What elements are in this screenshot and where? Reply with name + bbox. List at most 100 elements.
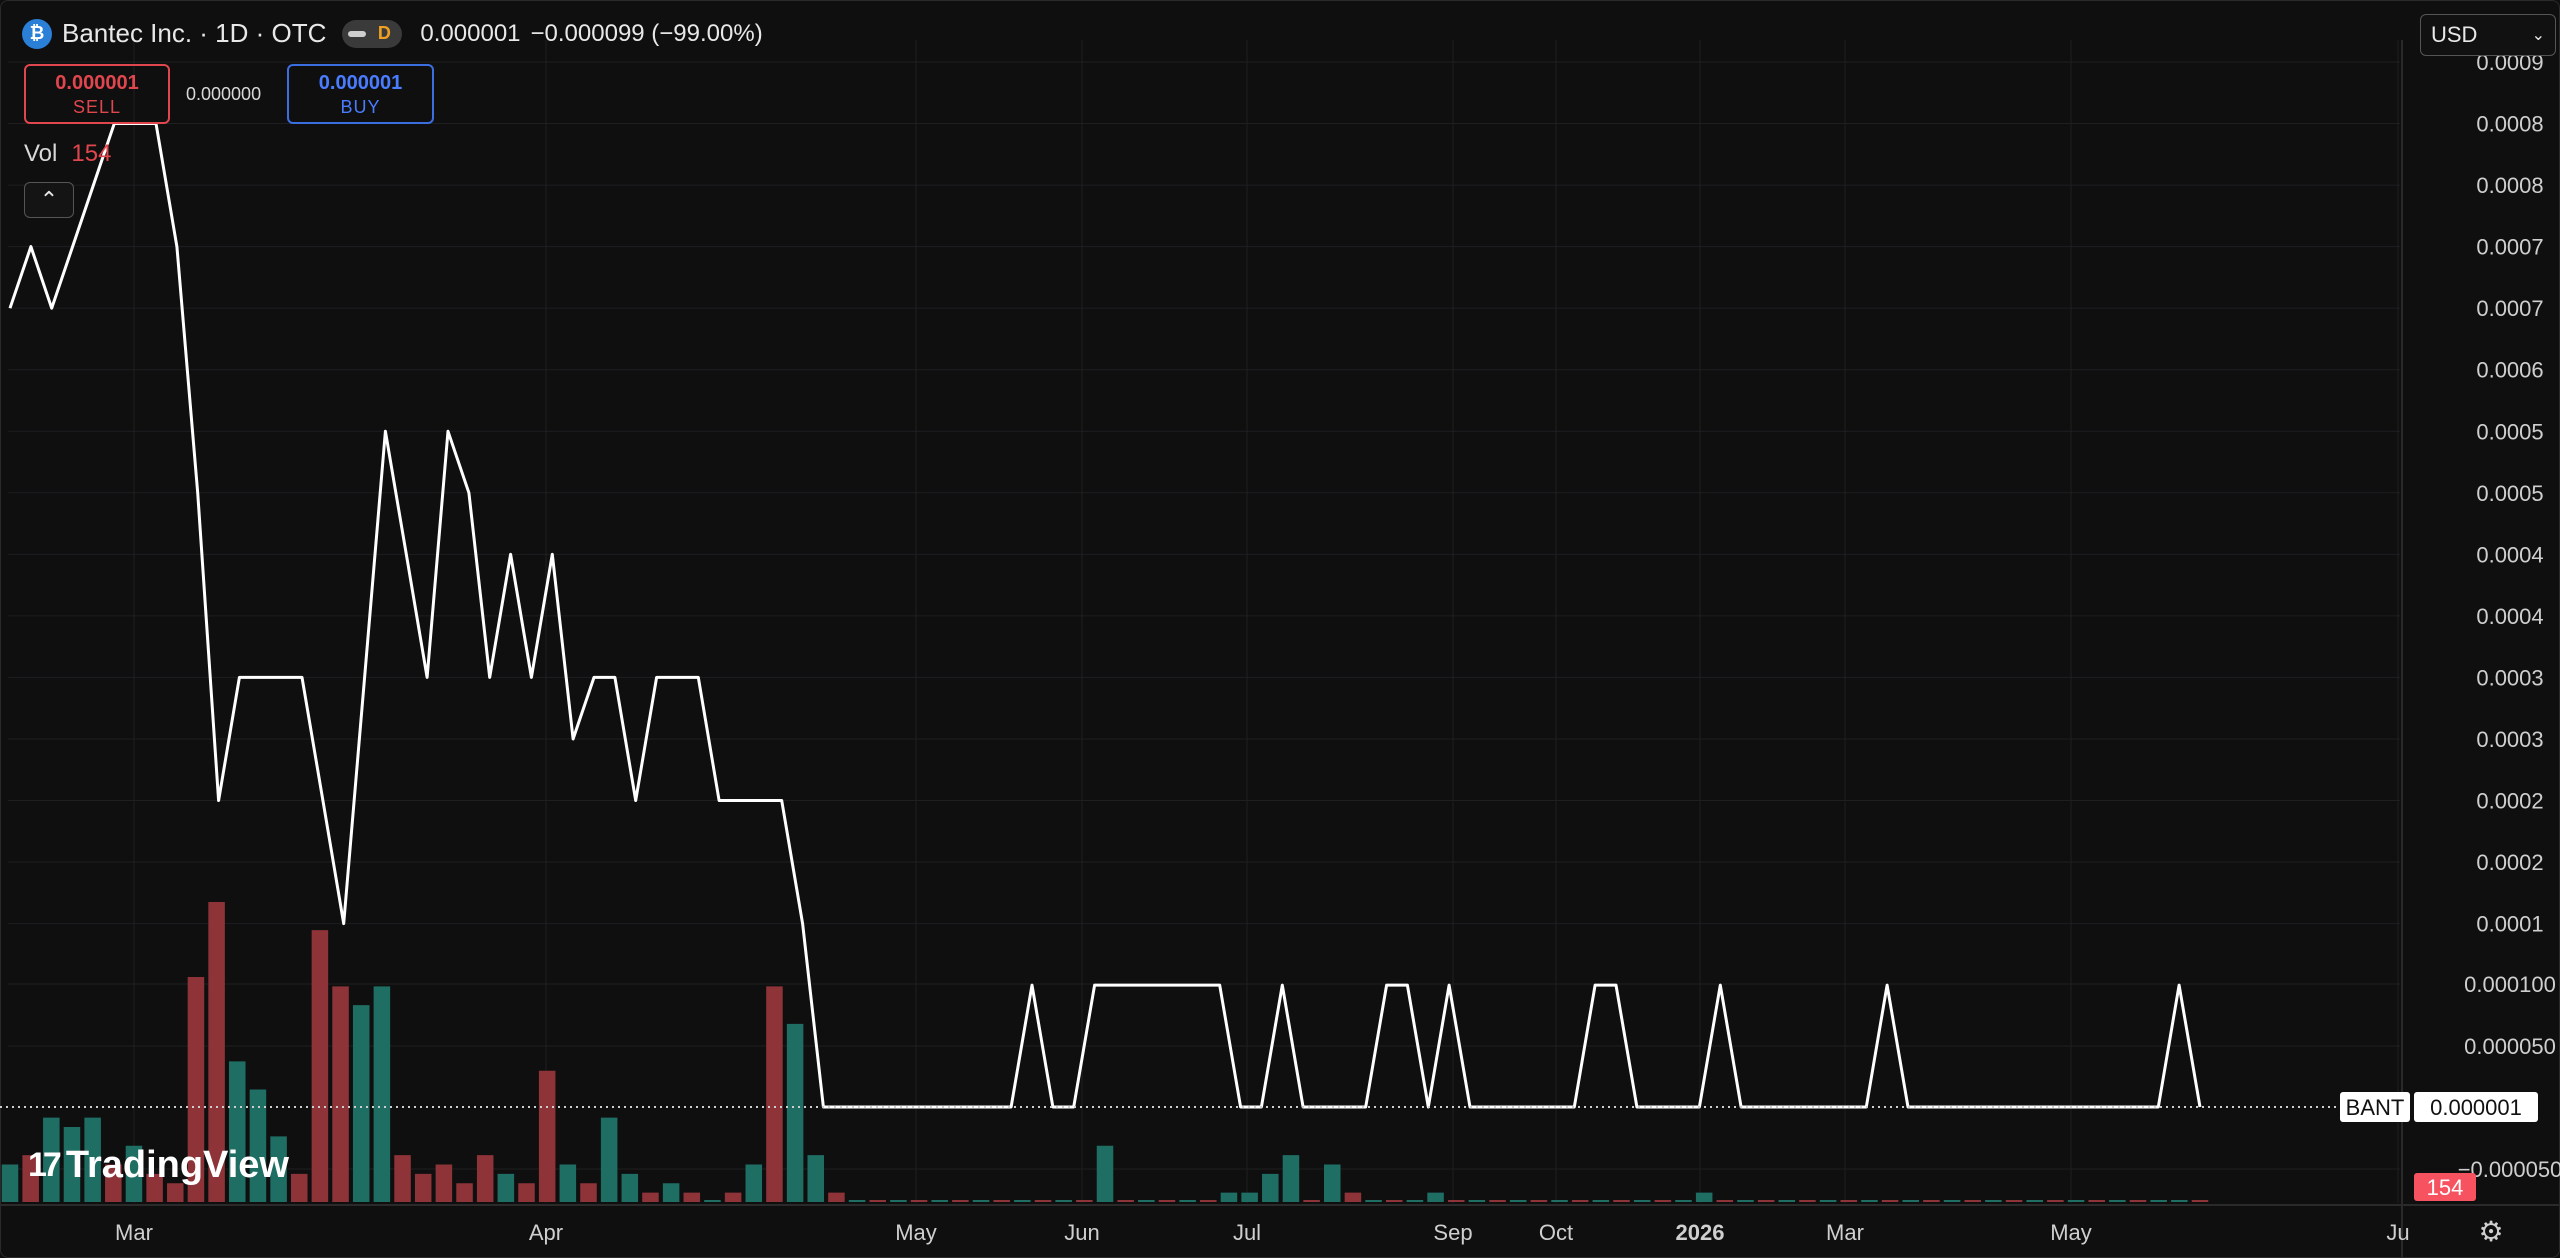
delayed-badge: D xyxy=(372,21,397,46)
volume-bar xyxy=(1447,1200,1465,1202)
last-price: 0.000001 xyxy=(420,19,521,47)
buy-label: BUY xyxy=(340,97,381,117)
volume-bar xyxy=(1324,1164,1341,1202)
y-tick-label: 0.0007 xyxy=(2476,235,2543,260)
sell-label: SELL xyxy=(72,97,122,117)
volume-bar xyxy=(1303,1200,1320,1202)
price-line xyxy=(8,122,2202,1109)
symbol-tag-label: BANT xyxy=(2346,1095,2405,1120)
volume-bar xyxy=(2191,1200,2209,1202)
volume-bar xyxy=(807,1155,825,1202)
volume-bar xyxy=(1158,1200,1176,1202)
volume-bar xyxy=(1757,1200,1775,1202)
y-tick-label: 0.0007 xyxy=(2476,296,2543,321)
volume-bar xyxy=(311,930,329,1202)
x-tick-label: Mar xyxy=(115,1220,153,1245)
volume-bar xyxy=(621,1173,639,1202)
volume-bar xyxy=(1344,1192,1362,1202)
volume-bar xyxy=(1799,1200,1816,1202)
price-tag-value: 0.000001 xyxy=(2430,1095,2522,1120)
chevron-down-icon: ⌄ xyxy=(2531,27,2545,44)
price-line-group xyxy=(0,122,2340,1109)
symbol-title[interactable]: Bantec Inc. · 1D · OTC xyxy=(62,18,326,49)
x-tick-label: May xyxy=(895,1220,937,1245)
volume-bar xyxy=(1096,1145,1114,1202)
volume-label: Vol xyxy=(24,140,58,167)
volume-bar xyxy=(910,1200,928,1202)
tradingview-logo-icon: 17 xyxy=(28,1146,62,1184)
volume-bar xyxy=(1365,1200,1382,1202)
volume-legend[interactable]: Vol 154 xyxy=(24,140,111,168)
y-tick-label: 0.0008 xyxy=(2476,173,2543,198)
volume-bar xyxy=(1571,1200,1589,1202)
volume-bar xyxy=(1613,1200,1630,1202)
volume-bar xyxy=(1778,1200,1796,1202)
y-tick-label: 0.000100 xyxy=(2464,972,2556,997)
y-tick-label: 0.0002 xyxy=(2476,850,2543,875)
volume-bar xyxy=(1592,1200,1610,1202)
currency-select[interactable]: USD ⌄ xyxy=(2420,14,2556,56)
price-chart[interactable]: 0.00090.00080.00080.00070.00070.00060.00… xyxy=(0,0,2560,1258)
axis-tags: BANT 0.000001 154 xyxy=(2340,1092,2538,1201)
volume-bar xyxy=(1427,1192,1444,1202)
volume-bar xyxy=(1179,1200,1196,1202)
volume-bar xyxy=(373,986,391,1202)
volume-bar xyxy=(2067,1200,2085,1202)
tradingview-logo[interactable]: 17 TradingView xyxy=(28,1144,289,1187)
x-tick-label: 2026 xyxy=(1676,1220,1725,1245)
symbol-legend[interactable]: ₿ Bantec Inc. · 1D · OTC D 0.000001 −0.0… xyxy=(22,18,763,49)
volume-bar xyxy=(1695,1192,1713,1202)
volume-bar xyxy=(745,1164,763,1202)
sell-price: 0.000001 xyxy=(55,72,139,94)
minus-icon xyxy=(348,30,367,37)
volume-bar xyxy=(1468,1200,1486,1202)
volume-bar xyxy=(1881,1200,1899,1202)
y-tick-label: 0.0003 xyxy=(2476,665,2543,690)
y-tick-label: 0.0003 xyxy=(2476,727,2543,752)
volume-bar xyxy=(2026,1200,2043,1202)
volume-bar xyxy=(972,1200,990,1202)
y-tick-label: 0.0005 xyxy=(2476,481,2543,506)
settings-icon[interactable]: ⚙ xyxy=(2474,1214,2508,1248)
volume-bar xyxy=(1117,1200,1134,1202)
volume-bar xyxy=(1034,1200,1052,1202)
sell-button[interactable]: 0.000001 SELL xyxy=(24,64,170,124)
volume-bar xyxy=(642,1192,659,1202)
volume-bar xyxy=(1076,1200,1093,1202)
y-tick-label: 0.0004 xyxy=(2476,604,2543,629)
market-status-pill[interactable]: D xyxy=(342,19,403,48)
y-axis: 0.00090.00080.00080.00070.00070.00060.00… xyxy=(2458,50,2560,1182)
volume-bar xyxy=(662,1183,680,1202)
volume-bar xyxy=(724,1192,742,1202)
volume-bar xyxy=(1943,1200,1961,1202)
volume-bar xyxy=(352,1005,370,1202)
volume-bar xyxy=(600,1117,618,1202)
volume-bar xyxy=(2047,1200,2064,1202)
x-tick-label: Ju xyxy=(2386,1220,2409,1245)
y-tick-label: 0.0008 xyxy=(2476,112,2543,137)
volume-tag-value: 154 xyxy=(2427,1175,2464,1200)
y-tick-label: 0.0005 xyxy=(2476,419,2543,444)
volume-bar xyxy=(2171,1200,2188,1202)
volume-bar xyxy=(1675,1200,1692,1202)
volume-value: 154 xyxy=(71,140,112,167)
tradingview-name: TradingView xyxy=(65,1144,289,1186)
buy-button[interactable]: 0.000001 BUY xyxy=(287,64,434,124)
y-tick-label: 0.000050 xyxy=(2464,1034,2556,1059)
volume-bar xyxy=(993,1200,1010,1202)
volume-bar xyxy=(1055,1200,1072,1202)
volume-bar xyxy=(435,1164,453,1202)
volume-bar xyxy=(456,1183,473,1202)
volume-bar xyxy=(1716,1200,1734,1202)
x-tick-label: Apr xyxy=(529,1220,563,1245)
collapse-legend-button[interactable]: ⌃ xyxy=(24,182,74,218)
volume-bar xyxy=(1489,1200,1506,1202)
volume-bar xyxy=(559,1164,577,1202)
y-tick-label: 0.0002 xyxy=(2476,789,2543,814)
volume-bar xyxy=(414,1173,432,1202)
x-tick-label: May xyxy=(2050,1220,2092,1245)
x-tick-label: Sep xyxy=(1433,1220,1472,1245)
volume-bar xyxy=(1014,1200,1031,1202)
currency-value: USD xyxy=(2431,22,2478,47)
bantec-logo-icon: ₿ xyxy=(22,18,52,49)
